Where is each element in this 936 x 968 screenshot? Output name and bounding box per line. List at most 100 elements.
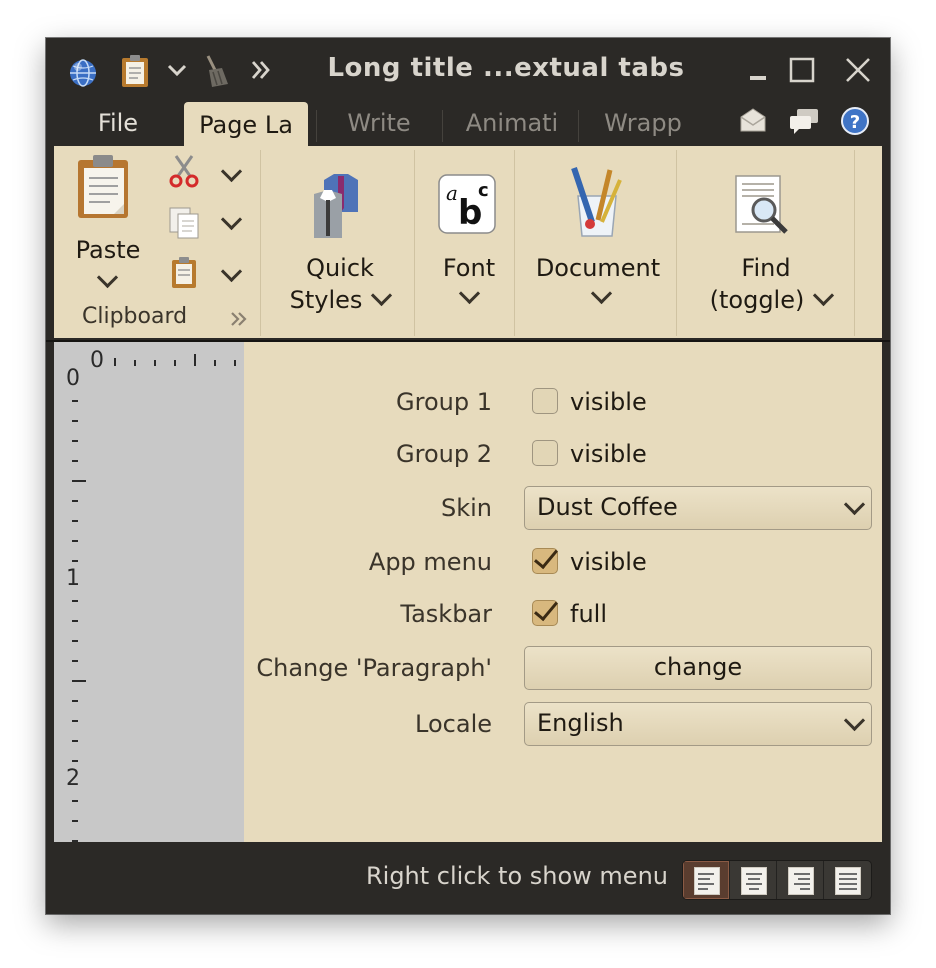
group2-label: Group 2 (396, 440, 492, 468)
find-magnifier-icon[interactable] (734, 174, 796, 242)
font-label[interactable]: Font (424, 252, 514, 284)
tab-animations[interactable]: Animati (454, 100, 570, 146)
chevron-down-icon (843, 493, 866, 516)
group1-label: Group 1 (396, 388, 492, 416)
find-toggle-label[interactable]: Find (720, 252, 812, 284)
broom-icon[interactable] (200, 54, 230, 92)
overflow-chevrons-icon[interactable] (250, 58, 272, 86)
taskbar-full-checkbox[interactable] (532, 595, 558, 626)
tab-page-layout[interactable]: Page La (184, 102, 308, 146)
window-title: Long title ...extual tabs (327, 53, 685, 83)
skin-label: Skin (440, 494, 492, 522)
chevron-down-icon[interactable] (166, 60, 188, 84)
group2-visible-label[interactable]: visible (570, 440, 647, 468)
align-left-button[interactable] (683, 861, 730, 899)
ruler-v-label: 2 (66, 766, 80, 791)
tab-write[interactable]: Write (326, 100, 432, 146)
cut-dropdown-icon[interactable] (220, 160, 243, 183)
chevron-down-icon (843, 709, 866, 732)
ruler-v-tick (72, 540, 78, 542)
align-justify-button[interactable] (824, 861, 870, 899)
document-dropdown-icon[interactable] (590, 282, 613, 305)
tab-separator (578, 110, 579, 142)
band-separator (676, 150, 677, 336)
quick-styles-dropdown-icon[interactable] (370, 284, 393, 307)
app-menu-visible-checkbox[interactable] (532, 543, 558, 574)
font-dropdown-icon[interactable] (458, 282, 481, 305)
help-icon[interactable]: ? (840, 106, 870, 140)
find-toggle-label-line2[interactable]: (toggle) (694, 284, 820, 316)
align-right-button[interactable] (777, 861, 824, 899)
ruler-h-tick (134, 360, 136, 366)
ruler-v-tick (72, 500, 78, 502)
group2-visible-checkbox[interactable] (532, 440, 558, 466)
font-abc-icon[interactable]: a b c (438, 174, 498, 240)
app-window: Long title ...extual tabs File Page La W… (46, 38, 890, 914)
locale-label: Locale (415, 710, 492, 738)
copy-icon[interactable] (168, 206, 200, 244)
ruler-v-tick (72, 520, 78, 522)
ruler: 0 0 1 2 (54, 342, 244, 842)
cut-scissors-icon[interactable] (168, 154, 200, 192)
ruler-v-tick (72, 600, 78, 602)
band-expand-icon[interactable] (230, 310, 248, 332)
align-right-icon (788, 867, 814, 895)
paste-small-dropdown-icon[interactable] (220, 260, 243, 283)
maximize-button[interactable] (788, 56, 816, 88)
tab-separator (316, 110, 317, 142)
svg-text:?: ? (850, 112, 860, 133)
locale-select[interactable]: English (524, 702, 872, 746)
skin-select[interactable]: Dust Coffee (524, 486, 872, 530)
ruler-h-origin: 0 (90, 348, 104, 373)
ruler-v-label: 0 (66, 366, 80, 391)
paste-clipboard-icon[interactable] (76, 154, 132, 224)
align-justify-icon (835, 867, 861, 895)
ruler-v-tick (72, 460, 78, 462)
clipboard-icon[interactable] (120, 54, 150, 92)
quick-styles-label-line2[interactable]: Styles (280, 284, 372, 316)
ruler-v-tick (72, 560, 78, 562)
locale-select-value: English (537, 709, 624, 737)
group1-visible-label[interactable]: visible (570, 388, 647, 416)
document-pens-icon[interactable] (566, 166, 628, 242)
band-separator (414, 150, 415, 336)
quick-styles-shirts-icon[interactable] (306, 172, 376, 244)
status-text: Right click to show menu (365, 862, 668, 890)
ruler-v-label: 1 (66, 566, 80, 591)
align-center-icon (741, 867, 767, 895)
document-label[interactable]: Document (532, 252, 664, 284)
envelope-icon[interactable] (738, 106, 768, 138)
close-button[interactable] (844, 56, 872, 88)
tab-wrapped[interactable]: Wrapp (590, 100, 696, 146)
quick-styles-label[interactable]: Quick (292, 252, 388, 284)
paste-button[interactable]: Paste (66, 234, 150, 266)
app-menu-visible-label[interactable]: visible (570, 548, 647, 576)
ruler-v-tick (72, 800, 78, 802)
group1-visible-checkbox[interactable] (532, 388, 558, 414)
paste-dropdown-icon[interactable] (96, 266, 119, 289)
band-separator (514, 150, 515, 336)
ruler-h-tick (114, 358, 116, 366)
svg-text:a: a (446, 181, 458, 205)
band-separator (260, 150, 261, 336)
checkmark-icon (534, 543, 558, 570)
copy-dropdown-icon[interactable] (220, 208, 243, 231)
ruler-v-tick (72, 640, 78, 642)
taskbar-full-label[interactable]: full (570, 600, 607, 628)
align-center-button[interactable] (730, 861, 777, 899)
checkmark-icon (534, 595, 558, 622)
app-globe-icon[interactable] (68, 58, 98, 92)
change-paragraph-button[interactable]: change (524, 646, 872, 690)
ruler-h-tick (234, 360, 236, 366)
chat-bubbles-icon[interactable] (788, 108, 820, 138)
ruler-v-tick (72, 660, 78, 662)
ruler-h-tick (214, 360, 216, 366)
align-left-icon (694, 867, 720, 895)
minimize-button[interactable] (748, 60, 770, 88)
app-menu-label: App menu (368, 548, 492, 576)
alignment-button-group (682, 860, 872, 900)
ruler-v-tick (72, 400, 78, 402)
tab-file[interactable]: File (78, 100, 158, 146)
paste-small-icon[interactable] (170, 256, 200, 294)
band-separator (854, 150, 855, 336)
